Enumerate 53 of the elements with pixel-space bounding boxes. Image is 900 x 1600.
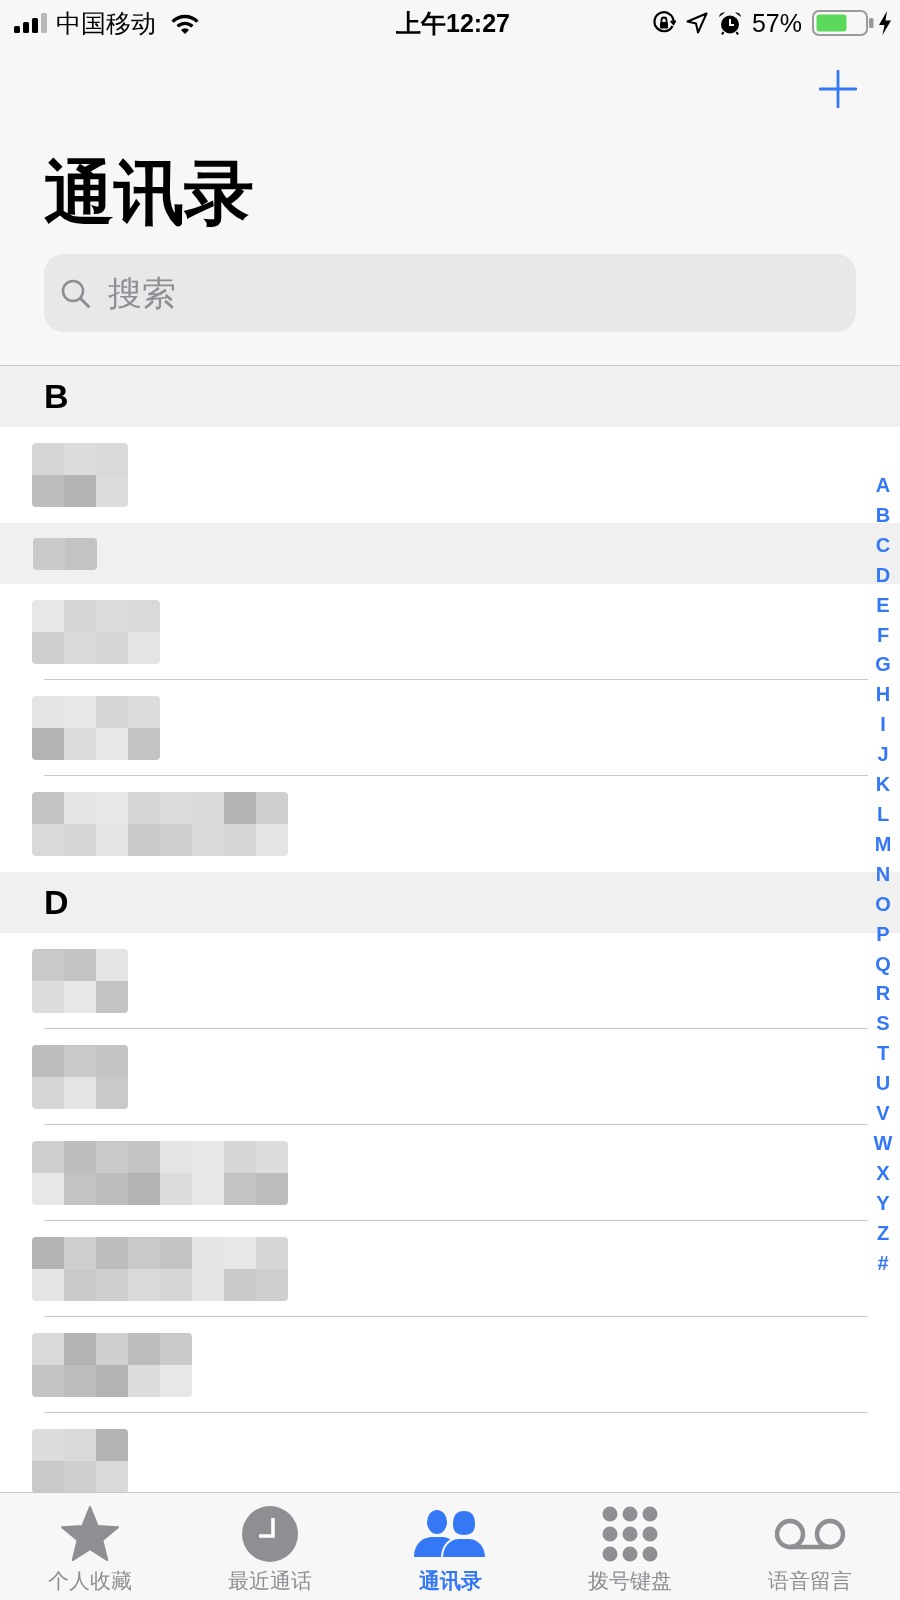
index-letter[interactable]: N	[875, 859, 891, 890]
index-letter[interactable]: H	[875, 680, 891, 711]
star-icon[interactable]	[60, 1506, 120, 1562]
tab-button[interactable]: 最近通话	[180, 1493, 360, 1600]
charging-bolt-icon	[878, 11, 892, 35]
index-letter[interactable]: B	[875, 500, 891, 531]
carrier-name: 中国移动	[56, 8, 156, 38]
index-letter[interactable]: P	[876, 919, 890, 950]
rotation-lock-icon	[651, 11, 676, 35]
battery-percent: 57%	[751, 8, 802, 38]
signal-icon	[14, 13, 48, 33]
keypad-icon[interactable]	[602, 1506, 658, 1562]
index-letter[interactable]: L	[876, 799, 890, 830]
index-letter[interactable]: R	[875, 979, 891, 1010]
status-time: 上午12:27	[396, 8, 510, 38]
clock-icon[interactable]	[242, 1506, 298, 1562]
index-letter[interactable]: #	[877, 1248, 889, 1279]
index-letter[interactable]: A	[875, 471, 891, 501]
index-letter[interactable]: I	[880, 710, 886, 741]
index-letter[interactable]: F	[876, 620, 890, 651]
battery-icon	[812, 10, 874, 36]
alarm-clock-icon	[717, 11, 742, 35]
search-field[interactable]: 搜索	[44, 254, 856, 332]
people-icon[interactable]	[413, 1509, 487, 1559]
index-letter[interactable]: Z	[876, 1218, 890, 1249]
index-letter[interactable]: V	[876, 1099, 890, 1129]
tab-button[interactable]: 个人收藏	[0, 1493, 180, 1600]
section-header: B	[0, 366, 900, 427]
page-title: 通讯录	[44, 153, 254, 233]
search-icon	[61, 279, 90, 308]
tab-button[interactable]: 语音留言	[720, 1493, 900, 1600]
location-arrow-icon	[685, 12, 708, 34]
index-letter[interactable]: W	[873, 1128, 893, 1159]
index-letter[interactable]: K	[875, 770, 891, 800]
index-letter[interactable]: O	[875, 889, 891, 920]
voicemail-icon[interactable]	[775, 1517, 845, 1551]
tab-button[interactable]: 通讯录	[360, 1493, 540, 1600]
tab-button[interactable]: 拨号键盘	[540, 1493, 720, 1600]
index-letter[interactable]: X	[876, 1158, 890, 1189]
index-letter[interactable]: J	[877, 740, 889, 771]
index-letter[interactable]: D	[875, 560, 891, 591]
index-letter[interactable]: E	[876, 590, 890, 621]
index-letter[interactable]: Q	[875, 949, 891, 980]
index-letter[interactable]: T	[876, 1039, 890, 1070]
index-letter[interactable]: M	[874, 829, 892, 860]
index-letter[interactable]: C	[875, 530, 891, 561]
index-letter[interactable]: Y	[876, 1188, 890, 1219]
index-letter[interactable]: S	[876, 1009, 890, 1040]
index-letter[interactable]: U	[875, 1069, 891, 1100]
index-letter[interactable]: G	[875, 650, 891, 681]
wifi-icon	[170, 12, 200, 34]
pixelated-letter-drawing	[33, 537, 97, 570]
add-button[interactable]	[819, 70, 857, 108]
